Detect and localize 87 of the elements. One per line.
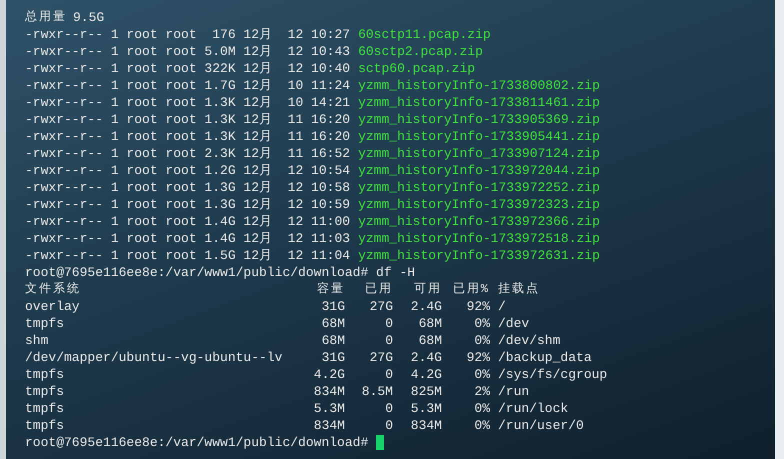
- file-name: yzmm_historyInfo_1733907124.zip: [357, 145, 600, 162]
- table-cell-text: /run: [497, 383, 530, 400]
- file-name: 60sctp11.pcap.zip: [357, 26, 491, 43]
- table-cell-text: 68M: [320, 332, 345, 349]
- file-details: -rwxr--r-- 1 root root 5.0M 12月 12 10:43: [25, 43, 350, 60]
- table-cell-text: tmpfs: [25, 315, 66, 332]
- table-cell-text: 0: [384, 417, 393, 434]
- cursor-block: [376, 435, 384, 450]
- table-cell-text: 0: [384, 366, 393, 383]
- table-cell-text: 2.4G: [410, 349, 442, 366]
- file-name: sctp60.pcap.zip: [357, 60, 476, 77]
- table-cell-text: 0%: [473, 417, 490, 434]
- file-details: -rwxr--r-- 1 root root 176 12月 12 10:27: [25, 26, 350, 43]
- table-cell-text: 834M: [312, 383, 345, 400]
- file-name: yzmm_historyInfo-1733972366.zip: [357, 213, 600, 230]
- total-size: 9.5G: [72, 9, 104, 26]
- table-cell-text: 31G: [320, 349, 345, 366]
- table-cell-text: /run/user/0: [497, 417, 585, 434]
- column-header: 文件系统: [25, 281, 82, 298]
- file-name: yzmm_historyInfo-1733972323.zip: [357, 196, 600, 213]
- table-cell-text: 68M: [418, 315, 442, 332]
- table-cell-text: overlay: [25, 298, 81, 315]
- table-cell-text: 825M: [410, 383, 442, 400]
- table-cell-text: 2.4G: [410, 298, 442, 315]
- file-details: -rwxr--r-- 1 root root 1.3K 12月 10 14:21: [25, 94, 350, 111]
- total-label: 总用量: [25, 9, 67, 26]
- column-header: 挂载点: [497, 281, 541, 298]
- column-header: 可用: [413, 281, 442, 298]
- command-line: root@7695e116ee8e:/var/www1/public/download# df -H: [25, 264, 416, 281]
- file-details: -rwxr--r-- 1 root root 1.3K 12月 11 16:20: [25, 111, 350, 128]
- file-details: -rwxr--r-- 1 root root 2.3K 12月 11 16:52: [25, 145, 350, 162]
- file-name: yzmm_historyInfo-1733972252.zip: [357, 179, 600, 196]
- table-cell-text: 0%: [473, 366, 490, 383]
- column-header: 已用: [364, 281, 393, 298]
- table-cell-text: /: [497, 298, 507, 315]
- table-cell-text: 2%: [473, 383, 490, 400]
- table-cell-text: 8.5M: [360, 383, 393, 400]
- table-cell-text: /sys/fs/cgroup: [497, 366, 608, 383]
- table-cell-text: 0: [384, 332, 393, 349]
- table-cell-text: /dev: [497, 315, 530, 332]
- table-cell-text: 834M: [410, 417, 442, 434]
- table-cell-text: 834M: [312, 417, 345, 434]
- table-cell-text: /dev/shm: [497, 332, 562, 349]
- file-details: -rwxr--r-- 1 root root 322K 12月 12 10:40: [25, 60, 350, 77]
- table-cell-text: 31G: [320, 298, 345, 315]
- table-cell-text: 0%: [473, 315, 490, 332]
- table-cell-text: 92%: [466, 349, 490, 366]
- table-cell-text: 5.3M: [312, 400, 345, 417]
- table-cell-text: shm: [25, 332, 50, 349]
- file-name: 60sctp2.pcap.zip: [357, 43, 483, 60]
- table-cell-text: 5.3M: [410, 400, 442, 417]
- table-cell-text: 92%: [466, 298, 490, 315]
- table-cell-text: 27G: [368, 298, 393, 315]
- file-details: -rwxr--r-- 1 root root 1.2G 12月 12 10:54: [25, 162, 350, 179]
- file-details: -rwxr--r-- 1 root root 1.3G 12月 12 10:59: [25, 196, 350, 213]
- file-details: -rwxr--r-- 1 root root 1.7G 12月 10 11:24: [25, 77, 350, 94]
- column-header: 容量: [316, 281, 345, 298]
- file-name: yzmm_historyInfo-1733972518.zip: [357, 230, 600, 247]
- table-cell-text: /run/lock: [497, 400, 570, 417]
- shell-prompt: root@7695e116ee8e:/var/www1/public/download#: [25, 434, 368, 451]
- file-name: yzmm_historyInfo-1733800802.zip: [357, 77, 600, 94]
- file-name: yzmm_historyInfo-1733811461.zip: [357, 94, 600, 111]
- table-cell-text: tmpfs: [25, 400, 66, 417]
- table-cell-text: 0: [384, 315, 393, 332]
- file-name: yzmm_historyInfo-1733972631.zip: [357, 247, 600, 264]
- table-cell-text: tmpfs: [25, 383, 66, 400]
- table-cell-text: tmpfs: [25, 366, 66, 383]
- table-cell-text: 0%: [473, 332, 490, 349]
- table-cell-text: 0: [384, 400, 393, 417]
- file-name: yzmm_historyInfo-1733905441.zip: [357, 128, 600, 145]
- table-cell-text: 4.2G: [312, 366, 345, 383]
- table-cell-text: /dev/mapper/ubuntu--vg-ubuntu--lv: [25, 349, 284, 366]
- table-cell-text: 0%: [473, 400, 490, 417]
- file-details: -rwxr--r-- 1 root root 1.3G 12月 12 10:58: [25, 179, 350, 196]
- table-cell-text: tmpfs: [25, 417, 66, 434]
- column-header: 已用%: [452, 281, 490, 298]
- file-details: -rwxr--r-- 1 root root 1.4G 12月 12 11:00: [25, 213, 350, 230]
- table-cell-text: /backup_data: [497, 349, 593, 366]
- table-cell-text: 4.2G: [410, 366, 442, 383]
- file-details: -rwxr--r-- 1 root root 1.4G 12月 12 11:03: [25, 230, 350, 247]
- table-cell-text: 27G: [368, 349, 393, 366]
- file-details: -rwxr--r-- 1 root root 1.5G 12月 12 11:04: [25, 247, 350, 264]
- table-cell-text: 68M: [418, 332, 442, 349]
- table-cell-text: 68M: [320, 315, 345, 332]
- file-details: -rwxr--r-- 1 root root 1.3K 12月 11 16:20: [25, 128, 350, 145]
- file-name: yzmm_historyInfo-1733972044.zip: [357, 162, 600, 179]
- file-name: yzmm_historyInfo-1733905369.zip: [357, 111, 600, 128]
